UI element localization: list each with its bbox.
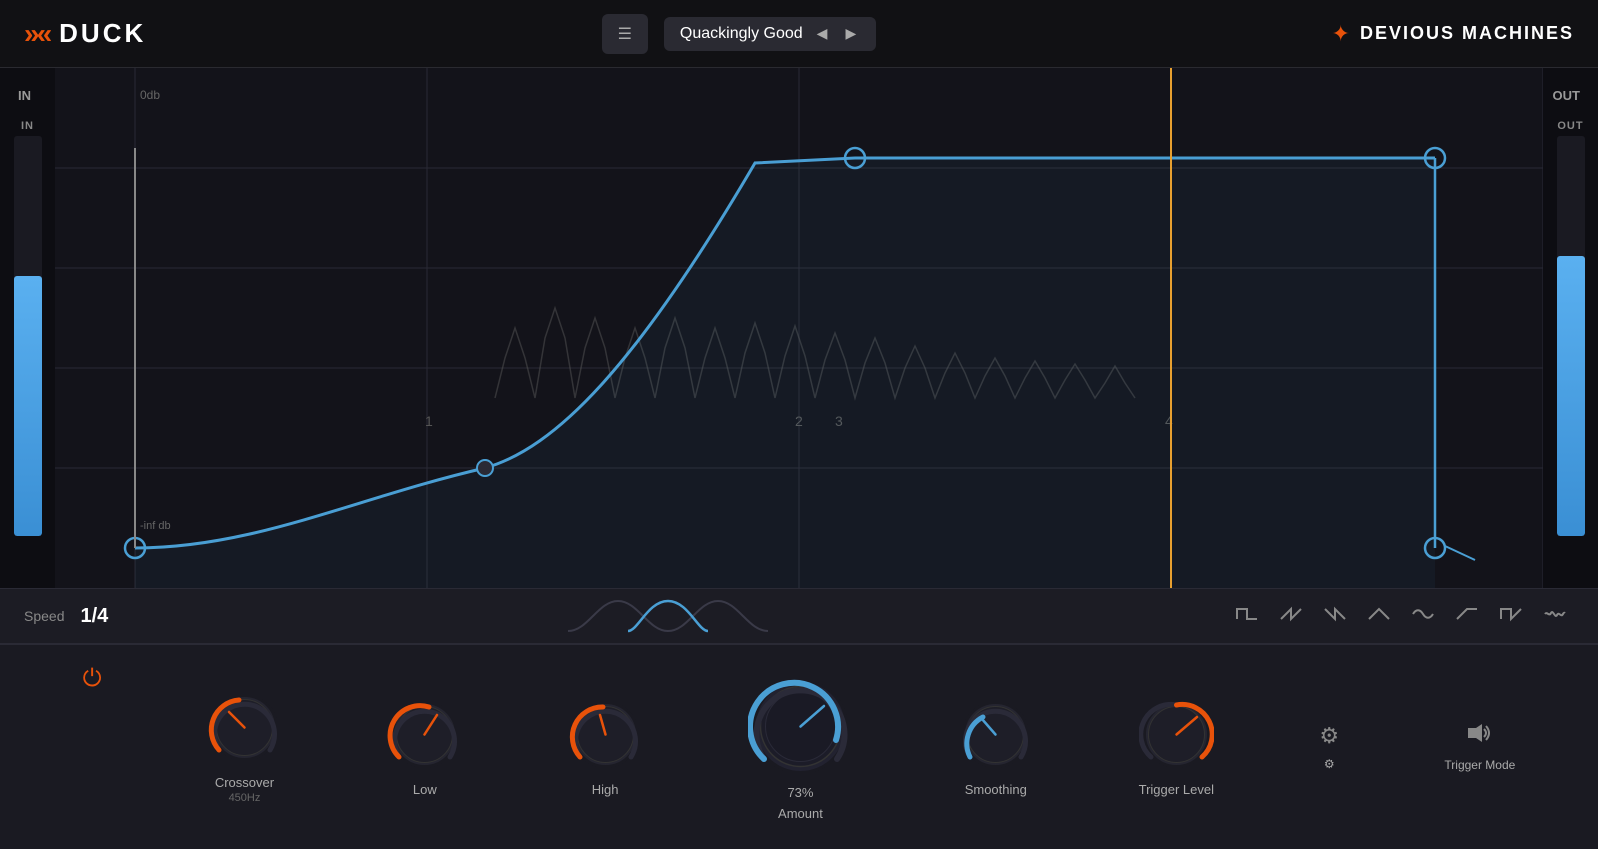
odb-text: 0db	[140, 88, 160, 102]
preset-name: Quackingly Good	[680, 25, 803, 43]
shape-saw-up-button[interactable]	[1272, 601, 1310, 632]
amount-knob-group: 73% Amount	[748, 674, 853, 821]
low-knob[interactable]	[387, 697, 462, 772]
display-area: IN OUT 0db 1 2 3 4	[0, 68, 1598, 588]
preset-area: Quackingly Good ◀ ▶	[664, 17, 876, 51]
shape-buttons	[1228, 601, 1574, 632]
trigger-level-knob-group: Trigger Level	[1139, 697, 1214, 797]
header-center: ☰ Quackingly Good ◀ ▶	[602, 14, 877, 54]
trigger-mode-label: Trigger Mode	[1444, 758, 1515, 772]
shape-square-button[interactable]	[1228, 601, 1266, 632]
settings-button[interactable]: ⚙	[1319, 723, 1339, 749]
smoothing-knob[interactable]	[958, 697, 1033, 772]
in-text-label: IN	[18, 88, 31, 103]
waveform-display: 1 2 3 4	[55, 68, 1543, 588]
shape-sine-button[interactable]	[1404, 601, 1442, 632]
high-knob[interactable]	[568, 697, 643, 772]
trigger-level-knob[interactable]	[1139, 697, 1214, 772]
header: »« DUCK ☰ Quackingly Good ◀ ▶ ✦ DEVIOUS …	[0, 0, 1598, 68]
shape-saw-down-button[interactable]	[1316, 601, 1354, 632]
shape-triangle-button[interactable]	[1360, 601, 1398, 632]
amount-label: Amount	[778, 806, 823, 821]
vu-bar-right	[1557, 136, 1585, 536]
brand-icon: ✦	[1332, 21, 1350, 47]
out-text-label: OUT	[1553, 88, 1580, 103]
preset-next-button[interactable]: ▶	[841, 25, 860, 42]
vu-fill-left	[14, 276, 42, 536]
crossover-knob-group: Crossover 450Hz	[207, 690, 282, 804]
vu-fill-right	[1557, 256, 1585, 536]
crossover-label: Crossover	[215, 775, 274, 790]
smoothing-label: Smoothing	[965, 782, 1027, 797]
brand-area: ✦ DEVIOUS MACHINES	[1332, 21, 1574, 47]
brand-name: DEVIOUS MACHINES	[1360, 23, 1574, 44]
bottom-controls: ⏻ Crossover 450Hz Low	[0, 644, 1598, 849]
menu-button[interactable]: ☰	[602, 14, 648, 54]
settings-label: ⚙	[1324, 757, 1335, 771]
high-label: High	[592, 782, 619, 797]
amount-pct: 73%	[787, 785, 813, 800]
svg-text:1: 1	[425, 413, 433, 429]
duck-logo-icon: »«	[24, 18, 49, 50]
speed-wave-display	[124, 596, 1212, 636]
shape-stochastic-button[interactable]	[1536, 601, 1574, 632]
duck-logo-text: DUCK	[59, 18, 146, 49]
out-label-vu: OUT	[1557, 120, 1583, 132]
speed-bar: Speed 1/4	[0, 588, 1598, 644]
low-label: Low	[413, 782, 437, 797]
speed-value[interactable]: 1/4	[80, 605, 108, 628]
crossover-knob[interactable]	[207, 690, 282, 765]
trigger-level-label: Trigger Level	[1139, 782, 1214, 797]
vu-meter-right: OUT	[1543, 68, 1598, 588]
low-knob-group: Low	[387, 697, 462, 797]
trigger-mode-button[interactable]	[1466, 722, 1494, 750]
speed-label: Speed	[24, 608, 64, 624]
preset-prev-button[interactable]: ◀	[813, 25, 832, 42]
vu-bar-left	[14, 136, 42, 536]
shape-custom1-button[interactable]	[1492, 601, 1530, 632]
amount-knob[interactable]	[748, 674, 853, 779]
logo-area: »« DUCK	[24, 18, 146, 50]
power-button[interactable]: ⏻	[83, 665, 102, 693]
shape-env-up-button[interactable]	[1448, 601, 1486, 632]
crossover-sublabel: 450Hz	[229, 792, 261, 804]
smoothing-knob-group: Smoothing	[958, 697, 1033, 797]
minus-inf-label: -inf db	[140, 520, 171, 532]
vu-meter-left: IN	[0, 68, 55, 588]
high-knob-group: High	[568, 697, 643, 797]
in-label: IN	[21, 120, 34, 132]
